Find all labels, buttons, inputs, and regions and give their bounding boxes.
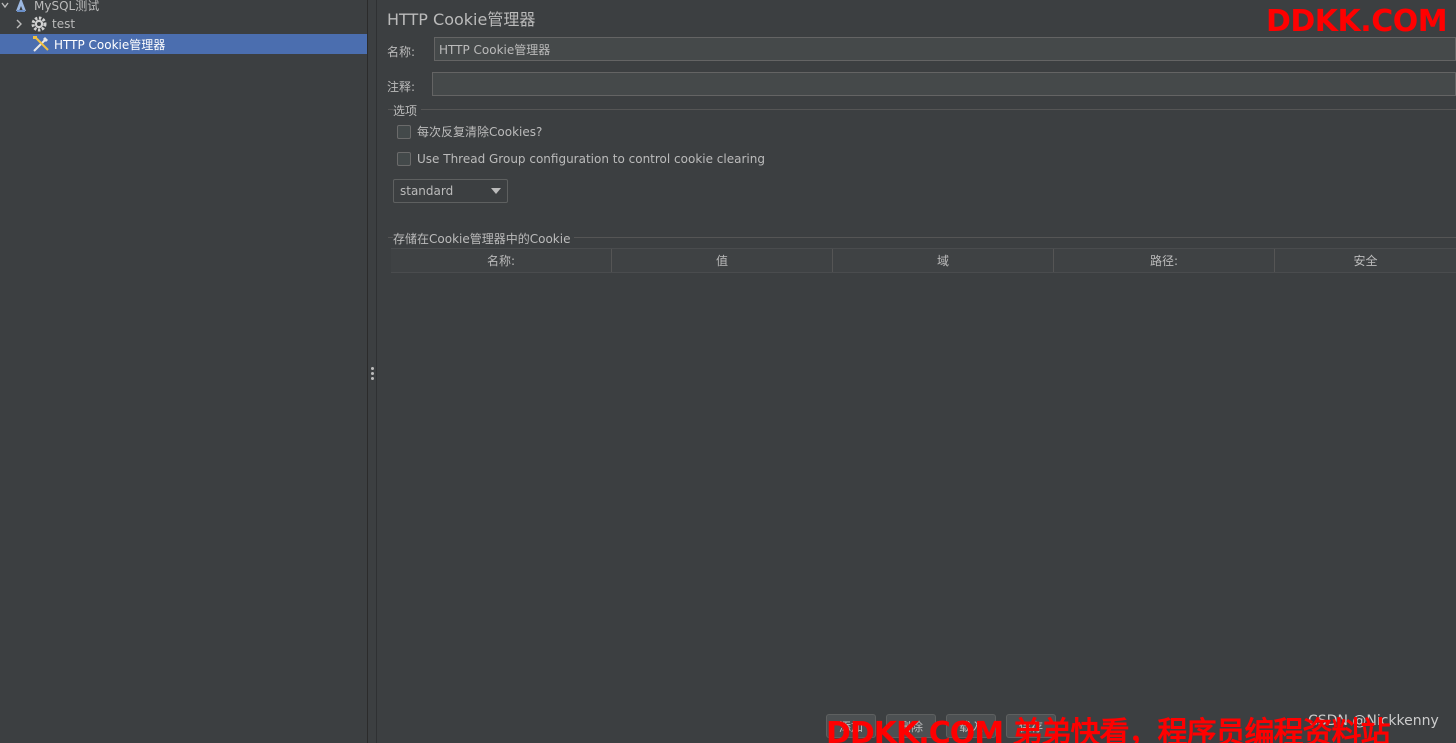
- test-plan-tree[interactable]: MySQL测试 test HTTP Cookie管理器: [0, 0, 368, 743]
- watermark-bottom: DDKK.COM 弟弟快看，程序员编程资料站: [826, 716, 1391, 743]
- comment-field[interactable]: [432, 72, 1456, 96]
- tree-item-testplan[interactable]: MySQL测试: [0, 0, 367, 15]
- watermark-top: DDKK.COM: [1266, 4, 1448, 39]
- chevron-down-icon: [491, 188, 501, 194]
- column-header-secure[interactable]: 安全: [1275, 249, 1456, 272]
- testplan-icon: [12, 0, 30, 14]
- cookie-table-body[interactable]: [391, 273, 1456, 703]
- use-thread-group-label: Use Thread Group configuration to contro…: [417, 152, 765, 166]
- tools-icon: [32, 35, 50, 53]
- column-header-path[interactable]: 路径:: [1054, 249, 1275, 272]
- splitter-grip: [371, 367, 374, 370]
- clear-each-iteration-option[interactable]: 每次反复清除Cookies?: [397, 123, 542, 140]
- tree-item-label: MySQL测试: [34, 0, 100, 13]
- cookie-table-header: 名称: 值 域 路径: 安全: [391, 248, 1456, 273]
- jmeter-window: MySQL测试 test HTTP Cookie管理器 HTTP Cookie管…: [0, 0, 1456, 743]
- comment-label: 注释:: [387, 80, 416, 94]
- cookies-group-title: 存储在Cookie管理器中的Cookie: [393, 230, 575, 247]
- panel-splitter[interactable]: [368, 0, 377, 743]
- tree-item-label: HTTP Cookie管理器: [54, 37, 166, 52]
- splitter-grip: [371, 372, 374, 375]
- options-group-title: 选项: [393, 102, 422, 119]
- page-title: HTTP Cookie管理器: [387, 10, 536, 29]
- splitter-grip: [371, 377, 374, 380]
- chevron-down-icon[interactable]: [0, 0, 10, 11]
- tree-item-cookie-manager[interactable]: HTTP Cookie管理器: [0, 34, 367, 54]
- column-header-domain[interactable]: 域: [833, 249, 1054, 272]
- cookie-policy-select[interactable]: standard: [393, 179, 508, 203]
- tree-item-label: test: [52, 17, 76, 31]
- cookie-manager-editor: HTTP Cookie管理器 名称: 注释: 选项 每次反复清除Cookies?…: [378, 0, 1456, 743]
- options-group-border: [388, 109, 1456, 110]
- column-header-name[interactable]: 名称:: [391, 249, 612, 272]
- cookie-policy-value: standard: [400, 184, 454, 198]
- tree-item-thread-group[interactable]: test: [0, 14, 367, 34]
- use-thread-group-option[interactable]: Use Thread Group configuration to contro…: [397, 152, 765, 166]
- name-label: 名称:: [387, 45, 416, 59]
- use-thread-group-checkbox[interactable]: [397, 152, 411, 166]
- name-field[interactable]: [434, 37, 1456, 61]
- chevron-right-icon[interactable]: [14, 18, 24, 30]
- clear-each-iteration-label: 每次反复清除Cookies?: [417, 125, 543, 139]
- column-header-value[interactable]: 值: [612, 249, 833, 272]
- clear-each-iteration-checkbox[interactable]: [397, 124, 411, 139]
- gear-icon: [30, 15, 48, 33]
